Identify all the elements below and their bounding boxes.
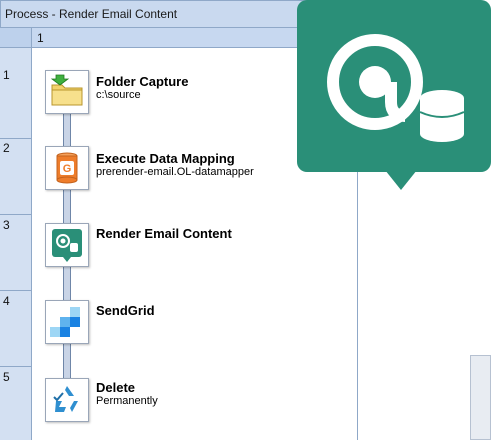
window-title: Process - Render Email Content: [5, 7, 178, 21]
row-number: 4: [3, 294, 10, 308]
row-divider: [0, 138, 32, 139]
row-number: 1: [3, 68, 10, 82]
row-divider: [0, 366, 32, 367]
svg-text:G: G: [63, 163, 72, 175]
step-subtitle: c:\source: [96, 89, 141, 101]
data-mapping-icon: G: [56, 152, 78, 184]
folder-capture-step[interactable]: [45, 70, 89, 114]
render-email-icon: [52, 229, 82, 262]
row-number: 2: [3, 141, 10, 155]
step-title: Render Email Content: [96, 226, 232, 241]
render-email-step[interactable]: [45, 223, 89, 267]
delete-icon: [53, 386, 78, 412]
row-divider: [0, 290, 32, 291]
sendgrid-icon: [50, 307, 80, 337]
step-title: SendGrid: [96, 303, 155, 318]
folder-capture-icon: [50, 74, 83, 106]
step-title: Delete: [96, 380, 136, 395]
row-number: 5: [3, 370, 10, 384]
step-subtitle: prerender-email.OL-datamapper: [96, 166, 254, 178]
column-number: 1: [37, 31, 44, 45]
step-title: Folder Capture: [96, 74, 189, 89]
callout-pointer: [385, 170, 417, 190]
background-window-thumbnail: [470, 355, 491, 440]
render-email-callout: [297, 0, 491, 172]
at-database-icon: [327, 34, 465, 142]
row-number: 3: [3, 218, 10, 232]
step-title: Execute Data Mapping: [96, 151, 235, 166]
delete-step[interactable]: [45, 378, 89, 422]
sendgrid-step[interactable]: [45, 300, 89, 344]
data-mapping-step[interactable]: G: [45, 146, 89, 190]
grid-corner: [0, 28, 32, 48]
step-subtitle: Permanently: [96, 395, 158, 407]
row-divider: [0, 214, 32, 215]
